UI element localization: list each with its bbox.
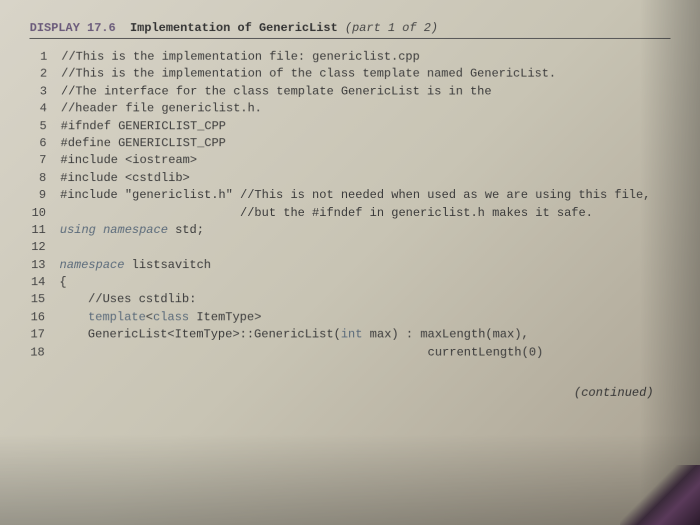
code-text: namespace listsavitch xyxy=(59,257,211,274)
line-number: 5 xyxy=(29,118,61,135)
line-number: 10 xyxy=(28,205,60,222)
line-number: 9 xyxy=(28,187,60,204)
code-text: #include <iostream> xyxy=(60,152,197,169)
line-number: 7 xyxy=(28,152,60,169)
line-number: 2 xyxy=(29,66,61,83)
line-number: 6 xyxy=(29,135,61,152)
display-label: DISPLAY xyxy=(30,21,80,35)
code-line: 3//The interface for the class template … xyxy=(29,83,671,100)
line-number: 1 xyxy=(29,49,61,66)
code-line: 4//header file genericlist.h. xyxy=(29,101,671,118)
line-number: 14 xyxy=(27,274,59,291)
code-line: 9#include "genericlist.h" //This is not … xyxy=(28,187,672,204)
code-text: GenericList<ItemType>::GenericList(int m… xyxy=(59,327,529,345)
code-text: //header file genericlist.h. xyxy=(61,101,262,118)
page-shadow-bottom xyxy=(0,435,700,525)
code-text: using namespace std; xyxy=(60,222,204,239)
title-main: Implementation of xyxy=(130,21,252,35)
title-code: GenericList xyxy=(259,21,338,35)
code-line: 5#ifndef GENERICLIST_CPP xyxy=(29,118,672,135)
code-line: 11using namespace std; xyxy=(28,222,673,239)
code-line: 2//This is the implementation of the cla… xyxy=(29,66,671,83)
title-part: (part 1 of 2) xyxy=(345,21,438,35)
code-text: //but the #ifndef in genericlist.h makes… xyxy=(60,205,593,222)
code-text: //The interface for the class template G… xyxy=(61,83,492,100)
code-line: 18 currentLength(0) xyxy=(27,344,674,362)
line-number: 4 xyxy=(29,101,61,118)
line-number: 12 xyxy=(28,239,60,256)
display-number: 17.6 xyxy=(87,21,116,35)
code-text: //Uses cstdlib: xyxy=(59,292,196,309)
code-line: 16 template<class ItemType> xyxy=(27,309,673,326)
code-line: 10 //but the #ifndef in genericlist.h ma… xyxy=(28,205,672,222)
code-text: template<class ItemType> xyxy=(59,309,261,326)
code-line: 1//This is the implementation file: gene… xyxy=(29,49,670,66)
line-number: 15 xyxy=(27,292,59,309)
line-number: 17 xyxy=(27,327,59,345)
line-number: 11 xyxy=(28,222,60,239)
code-text: { xyxy=(59,274,66,291)
code-line: 7#include <iostream> xyxy=(28,152,671,169)
code-text: #include <cstdlib> xyxy=(60,170,190,187)
code-line: 6#define GENERICLIST_CPP xyxy=(29,135,672,152)
line-number: 13 xyxy=(27,257,59,274)
code-line: 12 xyxy=(28,239,673,256)
textbook-page: DISPLAY 17.6 Implementation of GenericLi… xyxy=(26,21,674,400)
line-number: 16 xyxy=(27,309,59,326)
code-text: currentLength(0) xyxy=(59,344,544,362)
code-text: #include "genericlist.h" //This is not n… xyxy=(60,187,650,204)
code-text: #ifndef GENERICLIST_CPP xyxy=(61,118,226,135)
code-listing: 1//This is the implementation file: gene… xyxy=(27,49,674,362)
code-text: //This is the implementation of the clas… xyxy=(61,66,556,83)
line-number: 3 xyxy=(29,83,61,100)
code-line: 13namespace listsavitch xyxy=(27,257,672,274)
line-number: 8 xyxy=(28,170,60,187)
code-line: 17 GenericList<ItemType>::GenericList(in… xyxy=(27,327,674,345)
code-line: 8#include <cstdlib> xyxy=(28,170,672,187)
continued-label: (continued) xyxy=(26,386,674,400)
book-edge xyxy=(620,465,700,525)
code-line: 15 //Uses cstdlib: xyxy=(27,292,673,309)
display-header: DISPLAY 17.6 Implementation of GenericLi… xyxy=(30,21,671,39)
code-text: //This is the implementation file: gener… xyxy=(61,49,420,66)
code-text: #define GENERICLIST_CPP xyxy=(60,135,225,152)
line-number: 18 xyxy=(27,344,59,362)
code-line: 14{ xyxy=(27,274,673,291)
